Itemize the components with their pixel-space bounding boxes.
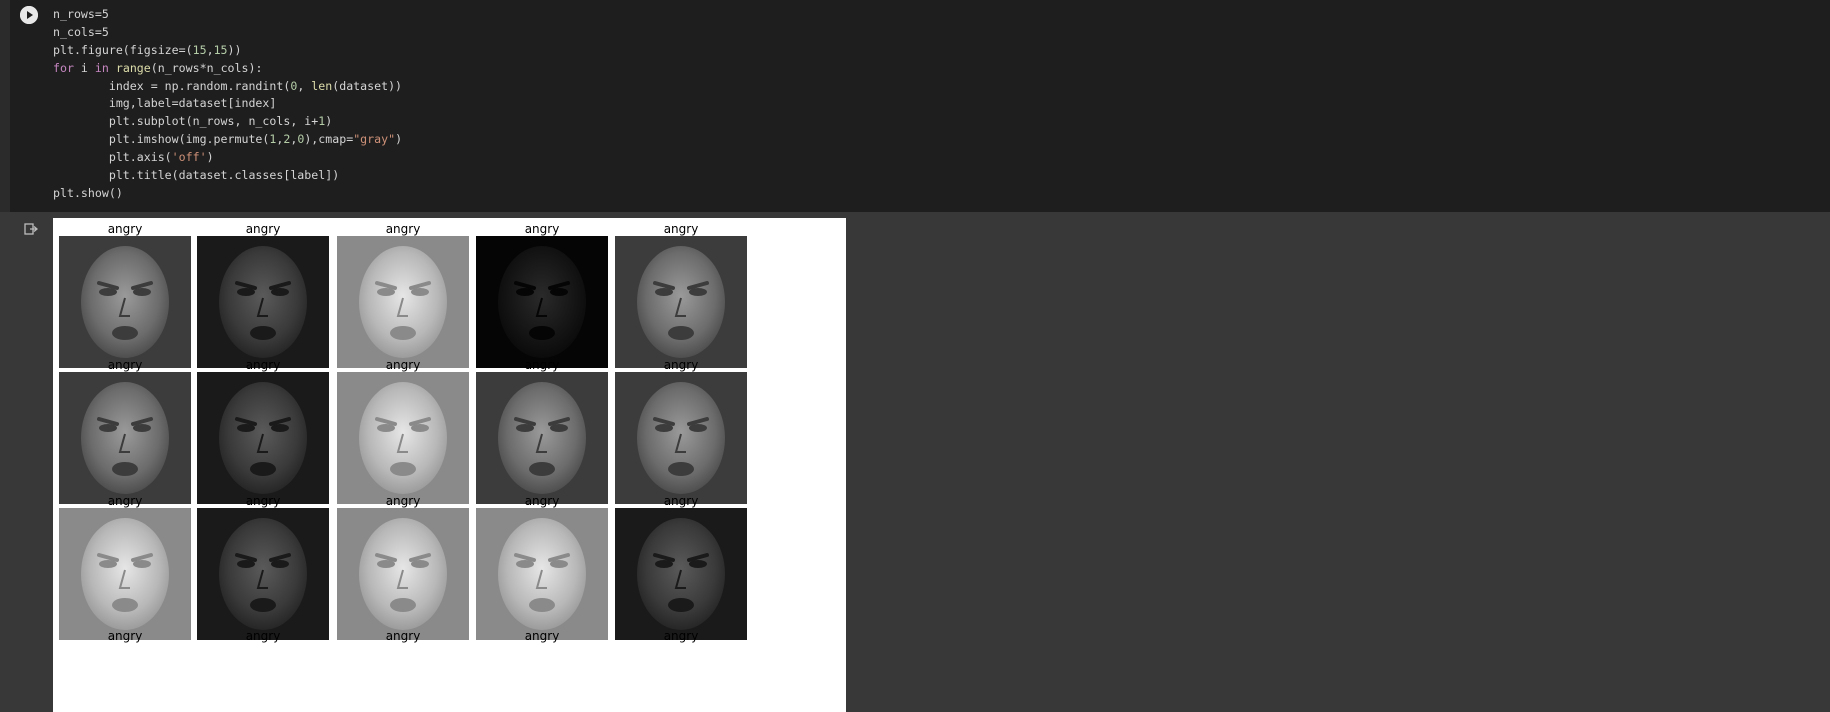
face-image [476,236,608,368]
face-image [337,372,469,504]
code-token: plt.axis( [53,150,172,165]
code-token: (n_rows*n_cols): [150,60,263,75]
code-token: plt.show() [53,185,123,200]
play-icon [20,6,38,24]
subplot-title: angry [245,629,281,643]
face-image [337,236,469,368]
subplot-title: angry [245,494,281,508]
subplot-title: angry [245,358,281,372]
code-token: , [297,78,312,93]
code-token: , [206,42,214,57]
code-line: for i in range(n_rows*n_cols): [53,60,402,78]
code-line: n_cols=5 [53,24,402,42]
code-line: index = np.random.randint(0, len(dataset… [53,78,402,96]
code-token: img,label=dataset[index] [53,96,277,111]
code-token: i [73,60,95,75]
code-token: range [115,60,151,75]
subplot-title: angry [385,494,421,508]
face-image [59,236,191,368]
subplot-title: angry [663,358,699,372]
code-token: n_rows=5 [53,7,109,21]
cell-output: angry angry angry angry angry angry angry angry… [0,212,1830,712]
code-editor[interactable]: n_rows=5 n_cols=5 plt.figure(figsize=(15,1… [53,6,402,203]
code-token: in [94,60,109,75]
code-line: plt.subplot(n_rows, n_cols, i+1) [53,113,402,131]
face-image [615,236,747,368]
subplot-title: angry [245,222,281,236]
code-token: ),cmap= [304,132,354,147]
subplot-title: angry [663,222,699,236]
code-token: "gray" [353,132,396,147]
code-line: plt.title(dataset.classes[label]) [53,167,402,185]
run-cell-button[interactable] [20,6,38,24]
face-image [615,372,747,504]
code-token: )) [227,42,242,57]
subplot-title: angry [663,494,699,508]
code-token: (dataset)) [332,78,403,93]
code-token: 15 [192,42,207,57]
face-image [197,372,329,504]
code-token: 15 [213,42,228,57]
code-line: plt.imshow(img.permute(1,2,0),cmap="gray… [53,131,402,149]
code-token: ) [325,114,333,129]
face-image [59,372,191,504]
code-token: ) [206,150,214,165]
code-token: plt.imshow(img.permute( [53,132,270,147]
face-image [476,372,608,504]
code-line: n_rows=5 [53,6,402,24]
face-image [615,508,747,640]
face-image [476,508,608,640]
code-token: plt.figure(figsize=( [53,42,193,57]
subplot-title: angry [524,629,560,643]
code-token: plt.subplot(n_rows, n_cols, i+ [53,114,319,129]
code-cell[interactable]: n_rows=5 n_cols=5 plt.figure(figsize=(15,1… [0,0,1830,212]
code-line: plt.axis('off') [53,149,402,167]
code-token: for [53,60,74,75]
subplot-title: angry [385,629,421,643]
face-image [59,508,191,640]
code-line: plt.figure(figsize=(15,15)) [53,42,402,60]
subplot-title: angry [524,222,560,236]
subplot-title: angry [524,358,560,372]
code-token: len [311,78,333,93]
subplot-title: angry [663,629,699,643]
subplot-title: angry [385,222,421,236]
cell-gutter [0,0,10,212]
output-icon[interactable] [24,222,38,236]
face-image [197,508,329,640]
subplot-title: angry [524,494,560,508]
code-line: plt.show() [53,185,402,203]
matplotlib-figure: angry angry angry angry angry angry angry angry… [53,218,846,712]
face-image [337,508,469,640]
code-token: 'off' [171,150,207,165]
code-token: plt.title(dataset.classes[label]) [53,168,340,183]
code-line: img,label=dataset[index] [53,95,402,113]
code-token: n_cols=5 [53,24,109,39]
face-image [197,236,329,368]
subplot-title: angry [385,358,421,372]
code-token: index = np.random.randint( [53,78,291,93]
code-token: ) [395,132,403,147]
